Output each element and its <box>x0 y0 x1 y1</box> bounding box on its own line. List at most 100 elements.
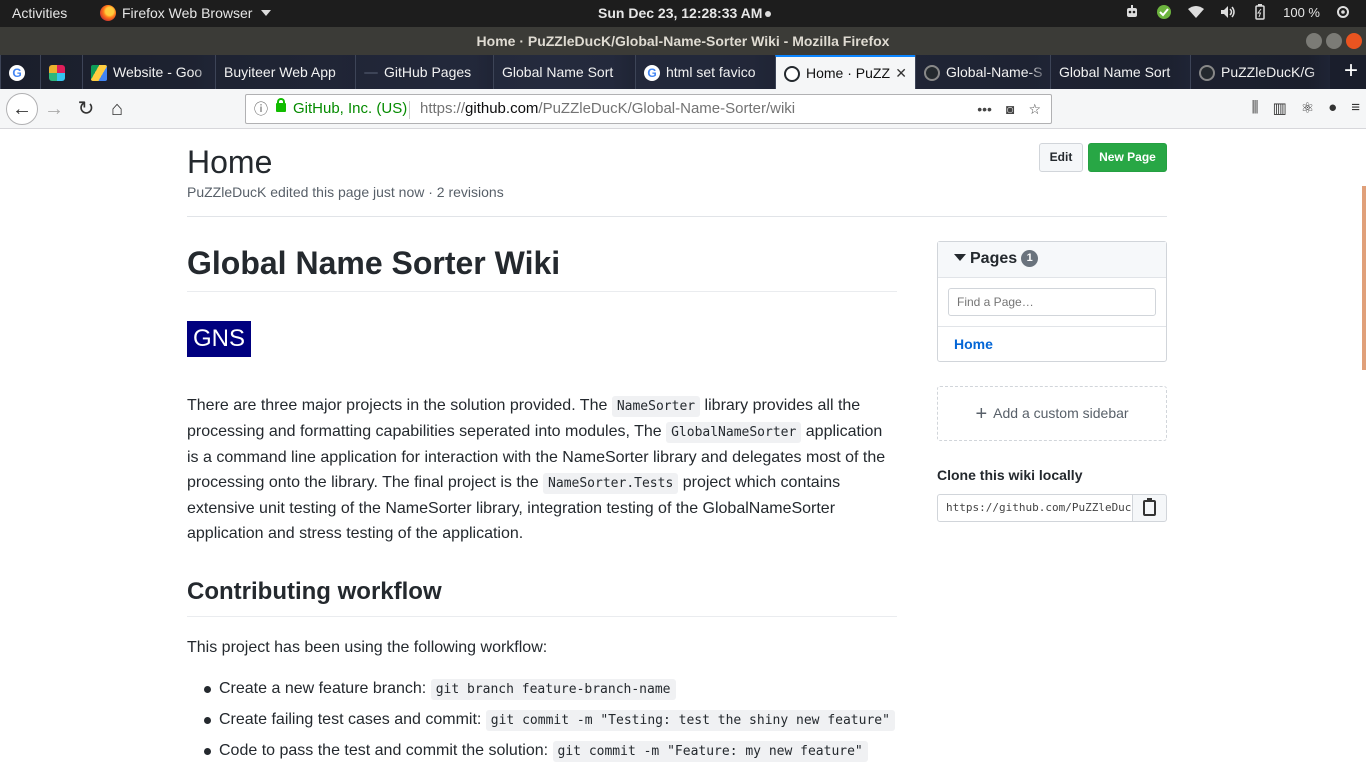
close-tab-icon[interactable]: ✕ <box>895 57 907 89</box>
wifi-icon[interactable] <box>1187 4 1205 20</box>
page-title: Home <box>187 144 273 180</box>
clock-label: Sun Dec 23, 12:28:33 AM <box>598 5 763 21</box>
tab-label: Buyiteer Web App <box>224 64 336 80</box>
tab-html-favicon[interactable]: Ghtml set favico <box>635 55 775 89</box>
chevron-down-icon <box>261 10 272 16</box>
pocket-icon[interactable]: ◙ <box>1006 95 1014 123</box>
github-icon <box>924 65 940 82</box>
bookmark-star-icon[interactable]: ☆ <box>1028 95 1041 123</box>
tab-buyiteer[interactable]: Buyiteer Web App <box>215 55 355 89</box>
section-heading: Contributing workflow <box>187 574 897 617</box>
clone-url-field[interactable]: https://github.com/PuZZleDucK/Global-Nam… <box>937 494 1133 522</box>
inline-code: git commit -m "Feature: my new feature" <box>552 741 868 762</box>
reload-button[interactable]: ↻ <box>74 97 98 121</box>
drive-icon <box>91 65 107 82</box>
forward-button[interactable]: → <box>42 97 66 121</box>
tab-home-wiki[interactable]: Home · PuZZ ✕ <box>775 55 915 89</box>
wiki-article: Global Name Sorter Wiki GNS There are th… <box>187 239 897 768</box>
firefox-icon <box>100 5 116 21</box>
close-window-button[interactable] <box>1346 33 1362 49</box>
tab-strip: G Website - Goo Buyiteer Web App GitHub … <box>0 55 1366 89</box>
info-icon[interactable]: ⓘ <box>254 95 268 123</box>
clone-heading: Clone this wiki locally <box>937 467 1083 483</box>
sidebar-icon[interactable]: ▥ <box>1273 99 1287 117</box>
new-tab-button[interactable]: + <box>1344 59 1358 83</box>
tab-github-pages[interactable]: GitHub Pages <box>355 55 493 89</box>
workflow-list: Create a new feature branch: git branch … <box>204 676 897 764</box>
lock-icon <box>276 98 286 112</box>
github-icon <box>784 66 800 83</box>
battery-icon[interactable] <box>1251 4 1269 20</box>
tab-puzzleduck[interactable]: PuZZleDucK/G <box>1190 55 1330 89</box>
toolbar-right: ⫼ ▥ ⚛ ● ≡ <box>1252 99 1360 117</box>
nav-bar: ← → ↻ ⌂ ⓘ GitHub, Inc. (US) https://gith… <box>0 89 1366 129</box>
menu-icon[interactable]: ≡ <box>1351 99 1360 117</box>
tab-label: PuZZleDucK/G <box>1221 64 1316 80</box>
pages-panel: Pages1 Home <box>937 241 1167 362</box>
page-link-home[interactable]: Home <box>954 336 993 352</box>
home-button[interactable]: ⌂ <box>105 97 129 121</box>
react-devtools-icon[interactable]: ⚛ <box>1301 99 1314 117</box>
back-button[interactable]: ← <box>6 93 38 125</box>
volume-icon[interactable] <box>1219 4 1237 20</box>
inline-code: GlobalNameSorter <box>666 422 802 443</box>
plus-icon: + <box>975 403 988 425</box>
battery-percent: 100 % <box>1283 4 1320 20</box>
clipboard-icon <box>1143 498 1156 516</box>
google-icon: G <box>9 65 25 82</box>
clock[interactable]: Sun Dec 23, 12:28:33 AM <box>598 5 772 21</box>
window-title-bar: Home · PuZZleDucK/Global-Name-Sorter Wik… <box>0 27 1366 55</box>
notification-dot-icon <box>765 11 772 18</box>
page-actions-button[interactable]: ••• <box>977 95 992 123</box>
update-shield-icon[interactable] <box>1155 4 1173 20</box>
tab-website-google[interactable]: Website - Goo <box>82 55 215 89</box>
system-top-bar: Activities Firefox Web Browser Sun Dec 2… <box>0 0 1366 27</box>
tab-global-name-s[interactable]: Global-Name-S <box>915 55 1050 89</box>
list-item: Create failing test cases and commit: gi… <box>204 707 897 733</box>
robot-icon[interactable] <box>1123 4 1141 20</box>
triangle-down-icon <box>954 254 966 261</box>
pages-label: Pages <box>970 250 1018 267</box>
app-menu-label: Firefox Web Browser <box>122 5 253 21</box>
github-icon <box>1199 65 1215 82</box>
edit-button[interactable]: Edit <box>1039 143 1083 172</box>
gns-logo: GNS <box>187 321 252 357</box>
extension-icon[interactable]: ● <box>1328 99 1337 117</box>
window-title: Home · PuZZleDucK/Global-Name-Sorter Wik… <box>476 33 890 49</box>
system-tray[interactable]: 100 % <box>1123 4 1352 20</box>
minimize-button[interactable] <box>1306 33 1322 49</box>
add-custom-sidebar[interactable]: + Add a custom sidebar <box>937 386 1167 441</box>
copy-clone-url-button[interactable] <box>1132 494 1167 522</box>
activities-button[interactable]: Activities <box>12 5 67 21</box>
tab-label: Global Name Sort <box>502 64 614 80</box>
tab-label: Global Name Sort <box>1059 64 1171 80</box>
pages-toggle[interactable]: Pages 1 <box>938 242 1166 278</box>
maximize-button[interactable] <box>1326 33 1342 49</box>
site-identity[interactable]: GitHub, Inc. (US) <box>293 95 407 123</box>
list-item: Code to pass the test and commit the sol… <box>204 738 897 764</box>
inline-code: NameSorter.Tests <box>543 473 679 494</box>
dash-icon <box>364 72 378 75</box>
app-menu[interactable]: Firefox Web Browser <box>100 5 272 21</box>
settings-icon[interactable] <box>1334 4 1352 20</box>
tab-global-name-sort-1[interactable]: Global Name Sort <box>493 55 635 89</box>
divider <box>187 216 1167 217</box>
tab-global-name-sort-2[interactable]: Global Name Sort <box>1050 55 1190 89</box>
list-item: Create a new feature branch: git branch … <box>204 676 897 702</box>
url-actions: ••• ◙ ☆ <box>977 95 1041 123</box>
new-page-button[interactable]: New Page <box>1088 143 1167 172</box>
url-bar[interactable]: ⓘ GitHub, Inc. (US) https://github.com/P… <box>245 94 1052 124</box>
inline-code: git branch feature-branch-name <box>430 679 676 700</box>
url-text[interactable]: https://github.com/PuZZleDucK/Global-Nam… <box>420 95 795 123</box>
tab-label: Home · PuZZ <box>806 65 891 81</box>
scrollbar[interactable] <box>1362 186 1366 370</box>
tab-google[interactable]: G <box>0 55 40 89</box>
intro-paragraph: There are three major projects in the so… <box>187 396 886 542</box>
tab-label: GitHub Pages <box>384 64 472 80</box>
library-icon[interactable]: ⫼ <box>1252 99 1259 117</box>
inline-code: git commit -m "Testing: test the shiny n… <box>485 710 895 731</box>
page-meta: PuZZleDucK edited this page just now · 2… <box>187 184 504 200</box>
tab-label: html set favico <box>666 64 756 80</box>
tab-slack[interactable] <box>40 55 82 89</box>
find-page-input[interactable] <box>948 288 1156 316</box>
